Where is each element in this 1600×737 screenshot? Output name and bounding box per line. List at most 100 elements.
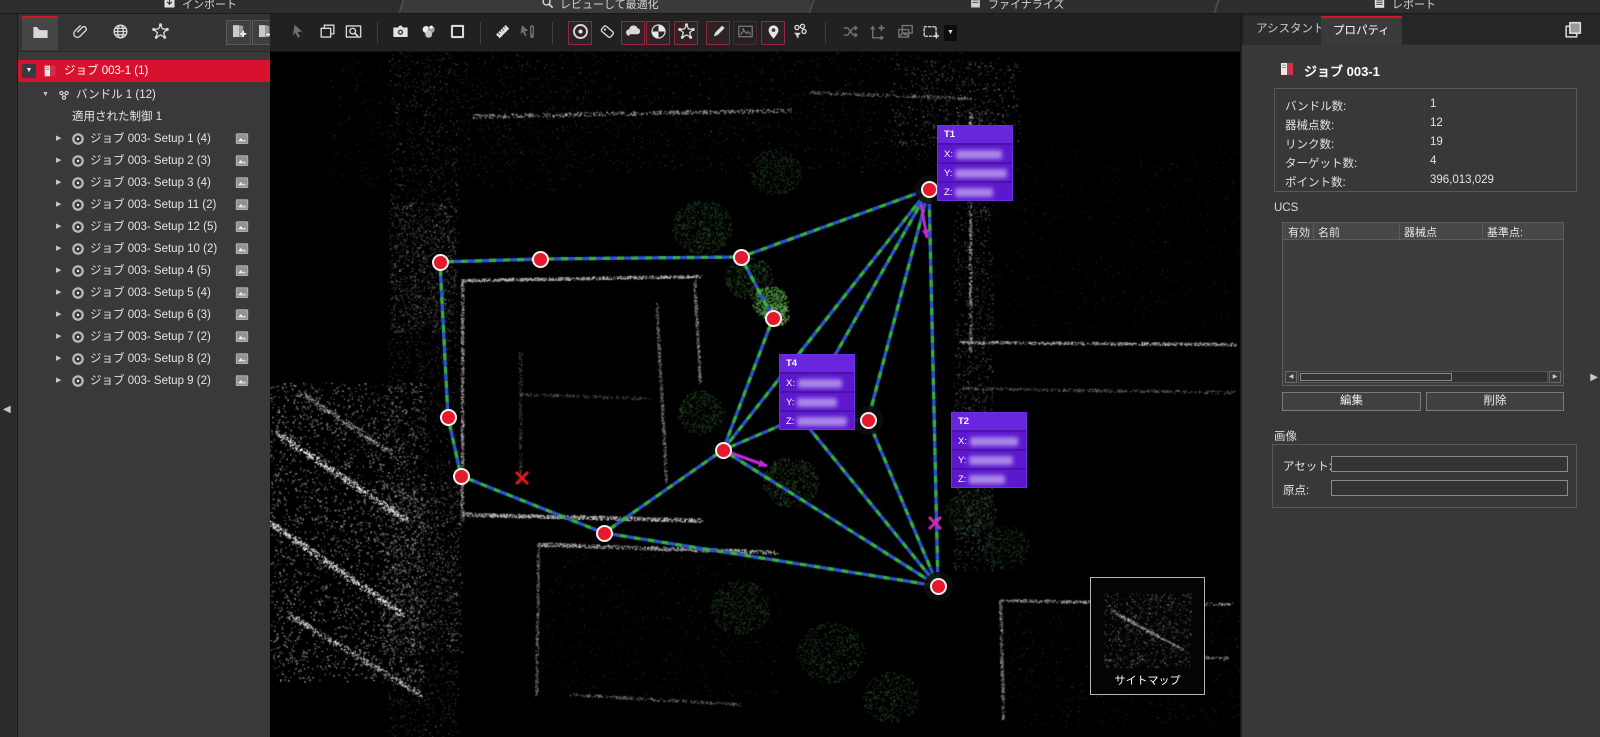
- expand-arrow[interactable]: ▶: [56, 370, 61, 392]
- orbit-tool-button[interactable]: [286, 21, 310, 45]
- tree-row-job-root[interactable]: ▼ ジョブ 003-1 (1): [18, 60, 270, 82]
- setup-node[interactable]: [532, 251, 549, 268]
- image-thumbnail-icon[interactable]: [234, 264, 250, 278]
- tree-row-setup[interactable]: ▶ジョブ 003- Setup 4 (5): [18, 260, 270, 282]
- expand-arrow[interactable]: ▶: [56, 128, 61, 150]
- expand-arrow[interactable]: ▶: [56, 348, 61, 370]
- show-links-toggle[interactable]: [706, 21, 730, 45]
- bundle-filter-button[interactable]: [788, 21, 812, 45]
- scrollbar-track[interactable]: [1298, 371, 1548, 383]
- expand-arrow[interactable]: ▶: [56, 172, 61, 194]
- scroll-left-button[interactable]: ◀: [1285, 371, 1297, 383]
- tab-review-optimize[interactable]: レビューして最適化: [540, 0, 659, 14]
- expand-arrow[interactable]: ▶: [56, 150, 61, 172]
- image-stack-button[interactable]: [893, 21, 917, 45]
- selection-rect-button[interactable]: [918, 21, 942, 45]
- scrollbar-thumb[interactable]: [1300, 373, 1452, 381]
- auto-link-button[interactable]: [838, 21, 862, 45]
- setup-node[interactable]: [440, 409, 457, 426]
- expand-arrow[interactable]: ▼: [42, 84, 49, 106]
- tree-row-setup[interactable]: ▶ジョブ 003- Setup 5 (4): [18, 282, 270, 304]
- tree-row-setup[interactable]: ▶ジョブ 003- Setup 2 (3): [18, 150, 270, 172]
- origin-field[interactable]: [1331, 480, 1568, 496]
- target-node[interactable]: [860, 412, 877, 429]
- tab-attachments[interactable]: [62, 16, 98, 50]
- show-setups-toggle[interactable]: [568, 21, 592, 45]
- show-geotags-toggle[interactable]: [761, 21, 785, 45]
- expand-arrow[interactable]: ▶: [56, 326, 61, 348]
- screenshot-button[interactable]: [388, 21, 412, 45]
- ucs-table[interactable]: 有効 名前 器械点 基準点: ◀ ▶: [1282, 222, 1564, 386]
- image-thumbnail-icon[interactable]: [234, 154, 250, 168]
- measure-button[interactable]: [490, 21, 514, 45]
- tree-row-setup[interactable]: ▶ジョブ 003- Setup 7 (2): [18, 326, 270, 348]
- show-images-toggle[interactable]: [733, 21, 757, 45]
- split-view-button[interactable]: [315, 21, 339, 45]
- tree-row-setup[interactable]: ▶ジョブ 003- Setup 9 (2): [18, 370, 270, 392]
- tab-network[interactable]: [142, 16, 178, 50]
- collapse-sidebar-handle[interactable]: ◀: [3, 404, 11, 415]
- tree-row-setup[interactable]: ▶ジョブ 003- Setup 11 (2): [18, 194, 270, 216]
- pick-point-button[interactable]: [515, 21, 539, 45]
- expand-arrow[interactable]: ▶: [56, 304, 61, 326]
- image-thumbnail-icon[interactable]: [234, 242, 250, 256]
- show-labels-toggle[interactable]: [595, 21, 619, 45]
- expand-arrow[interactable]: ▶: [56, 194, 61, 216]
- image-thumbnail-icon[interactable]: [234, 352, 250, 366]
- asset-field[interactable]: [1331, 456, 1568, 472]
- expand-arrow[interactable]: ▶: [56, 260, 61, 282]
- show-pointcloud-toggle[interactable]: [621, 21, 645, 45]
- float-panel-button[interactable]: [1558, 18, 1588, 44]
- show-network-toggle[interactable]: [674, 21, 698, 45]
- tree-row-applied-control[interactable]: 適用された制御 1: [18, 106, 270, 128]
- image-thumbnail-icon[interactable]: [234, 308, 250, 322]
- show-targets-toggle[interactable]: [646, 21, 670, 45]
- image-thumbnail-icon[interactable]: [234, 176, 250, 190]
- scroll-right-button[interactable]: ▶: [1549, 371, 1561, 383]
- setup-node[interactable]: [432, 254, 449, 271]
- tree-row-setup[interactable]: ▶ジョブ 003- Setup 1 (4): [18, 128, 270, 150]
- setup-node[interactable]: [453, 468, 470, 485]
- background-button[interactable]: [445, 21, 469, 45]
- tree-row-setup[interactable]: ▶ジョブ 003- Setup 3 (4): [18, 172, 270, 194]
- column-header[interactable]: 名前: [1318, 224, 1340, 240]
- tab-project-explorer[interactable]: [22, 16, 58, 50]
- column-header[interactable]: 有効: [1288, 224, 1310, 240]
- tree-row-setup[interactable]: ▶ジョブ 003- Setup 8 (2): [18, 348, 270, 370]
- image-thumbnail-icon[interactable]: [234, 198, 250, 212]
- edit-button[interactable]: 編集: [1282, 392, 1421, 411]
- tab-report[interactable]: レポート: [1372, 0, 1436, 14]
- tree-row-setup[interactable]: ▶ジョブ 003- Setup 12 (5): [18, 216, 270, 238]
- setup-node[interactable]: [733, 249, 750, 266]
- tab-finalize[interactable]: ファイナライズ: [968, 0, 1064, 14]
- image-thumbnail-icon[interactable]: [234, 286, 250, 300]
- add-ucs-button[interactable]: [865, 21, 889, 45]
- setup-node[interactable]: [715, 442, 732, 459]
- tree-row-bundle[interactable]: ▼ バンドル 1 (12): [18, 84, 270, 106]
- expand-arrow[interactable]: ▼: [22, 64, 36, 78]
- selection-dropdown-button[interactable]: ▼: [944, 25, 957, 41]
- zoom-to-fit-button[interactable]: [341, 21, 365, 45]
- setup-node[interactable]: [765, 310, 782, 327]
- sitemap-minimap[interactable]: サイトマップ: [1090, 577, 1205, 695]
- tree-row-setup[interactable]: ▶ジョブ 003- Setup 6 (3): [18, 304, 270, 326]
- target-node[interactable]: [930, 578, 947, 595]
- tab-properties[interactable]: プロパティ: [1321, 16, 1402, 45]
- tab-import[interactable]: インポート: [162, 0, 237, 14]
- expand-panel-handle[interactable]: ▶: [1590, 372, 1598, 383]
- color-mode-button[interactable]: [416, 21, 440, 45]
- tab-geo[interactable]: [102, 16, 138, 50]
- image-thumbnail-icon[interactable]: [234, 330, 250, 344]
- tree-row-setup[interactable]: ▶ジョブ 003- Setup 10 (2): [18, 238, 270, 260]
- image-thumbnail-icon[interactable]: [234, 374, 250, 388]
- add-job-button[interactable]: [226, 20, 251, 45]
- expand-arrow[interactable]: ▶: [56, 282, 61, 304]
- expand-arrow[interactable]: ▶: [56, 238, 61, 260]
- image-thumbnail-icon[interactable]: [234, 220, 250, 234]
- column-header[interactable]: 器械点: [1404, 224, 1437, 240]
- expand-arrow[interactable]: ▶: [56, 216, 61, 238]
- target-node[interactable]: [921, 181, 938, 198]
- setup-node[interactable]: [596, 525, 613, 542]
- image-thumbnail-icon[interactable]: [234, 132, 250, 146]
- column-header[interactable]: 基準点:: [1487, 224, 1523, 240]
